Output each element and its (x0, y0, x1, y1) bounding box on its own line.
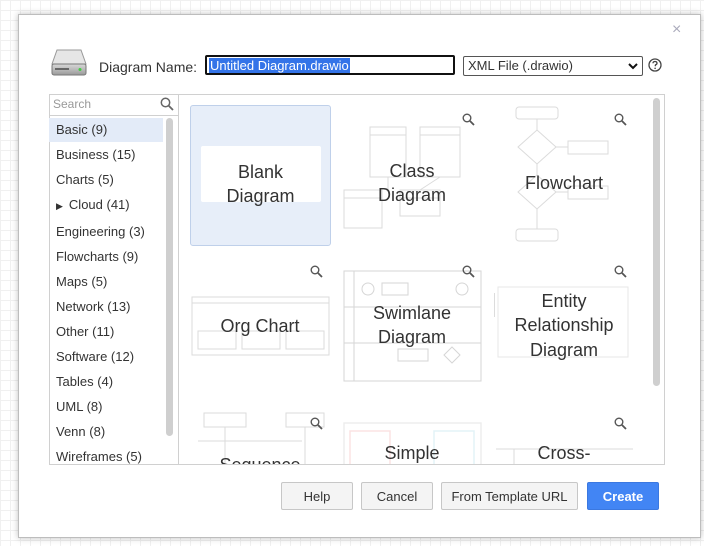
category-software[interactable]: Software (12) (49, 345, 163, 369)
template-swimlane-diagram[interactable]: Swimlane Diagram (342, 257, 482, 397)
template-blank-diagram[interactable]: Blank Diagram (190, 105, 331, 246)
category-flowcharts[interactable]: Flowcharts (9) (49, 245, 163, 269)
close-icon[interactable]: × (672, 22, 681, 38)
caret-right-icon: ▶ (56, 201, 63, 211)
template-grid: Blank Diagram Class Diagram Flowchart Or… (180, 95, 664, 464)
from-template-url-button[interactable]: From Template URL (441, 482, 578, 510)
file-format-select[interactable]: XML File (.drawio) (463, 56, 643, 76)
templates-scrollbar[interactable] (653, 98, 660, 386)
template-simple[interactable]: Simple (342, 409, 482, 464)
zoom-icon[interactable] (310, 417, 323, 430)
category-charts[interactable]: Charts (5) (49, 168, 163, 192)
template-cross-functional[interactable]: Cross- (494, 409, 634, 464)
category-network[interactable]: Network (13) (49, 295, 163, 319)
template-flowchart[interactable]: Flowchart (494, 105, 634, 245)
cancel-button[interactable]: Cancel (361, 482, 433, 510)
search-icon[interactable] (160, 97, 174, 111)
diagram-name-value: Untitled Diagram.drawio (209, 58, 350, 73)
search-input[interactable]: Search (49, 94, 178, 116)
category-wireframes[interactable]: Wireframes (5) (49, 445, 163, 469)
zoom-icon[interactable] (462, 113, 475, 126)
zoom-icon[interactable] (462, 265, 475, 278)
drive-icon (51, 49, 87, 76)
create-button[interactable]: Create (587, 482, 659, 510)
category-engineering[interactable]: Engineering (3) (49, 220, 163, 244)
category-uml[interactable]: UML (8) (49, 395, 163, 419)
category-maps[interactable]: Maps (5) (49, 270, 163, 294)
category-business[interactable]: Business (15) (49, 143, 163, 167)
zoom-icon[interactable] (614, 417, 627, 430)
zoom-icon[interactable] (614, 113, 627, 126)
category-tables[interactable]: Tables (4) (49, 370, 163, 394)
help-button[interactable]: Help (281, 482, 353, 510)
chevron-down-icon (628, 63, 638, 70)
category-basic[interactable]: Basic (9) (49, 118, 163, 142)
zoom-icon[interactable] (614, 265, 627, 278)
category-cloud[interactable]: ▶ Cloud (41) (49, 193, 163, 217)
file-format-value: XML File (.drawio) (468, 58, 573, 73)
template-class-diagram[interactable]: Class Diagram (342, 105, 482, 245)
template-entity-relationship-diagram[interactable]: Entity Relationship Diagram (494, 257, 634, 397)
zoom-icon[interactable] (310, 265, 323, 278)
category-venn[interactable]: Venn (8) (49, 420, 163, 444)
diagram-name-label: Diagram Name: (99, 59, 198, 75)
help-icon[interactable] (648, 58, 662, 72)
diagram-name-input[interactable]: Untitled Diagram.drawio (205, 55, 455, 75)
category-other[interactable]: Other (11) (49, 320, 163, 344)
sidebar-scrollbar[interactable] (166, 118, 173, 436)
template-sequence-diagram[interactable]: Sequence (190, 409, 330, 464)
template-org-chart[interactable]: Org Chart (190, 257, 330, 397)
